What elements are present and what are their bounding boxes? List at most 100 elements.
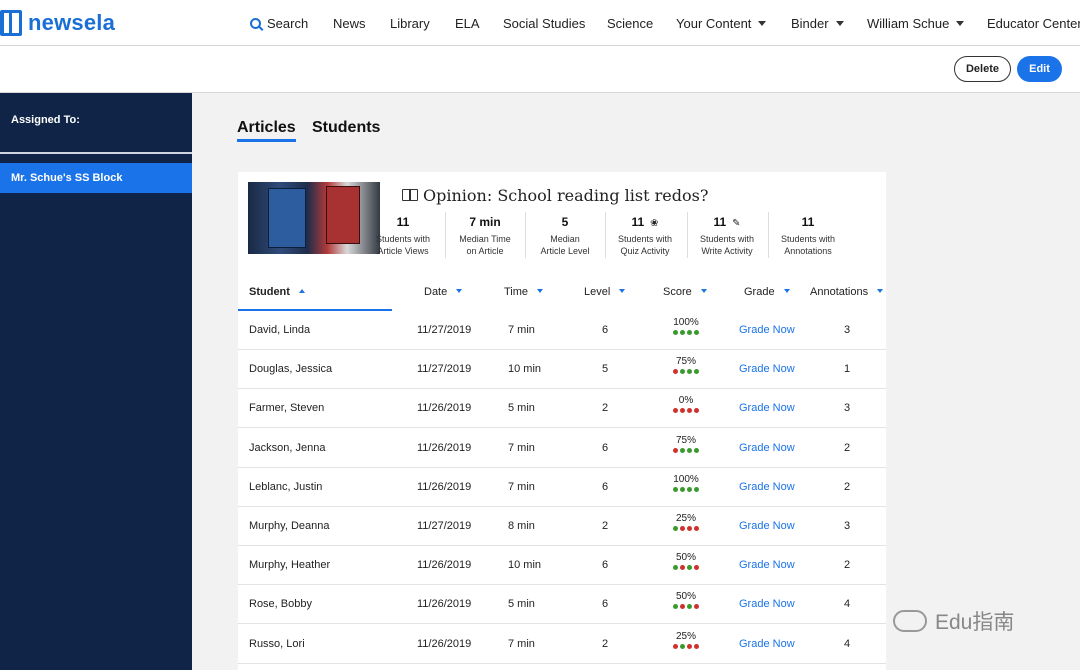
nav-educator-center[interactable]: Educator Center	[987, 16, 1080, 31]
correct-answer-dot	[673, 604, 678, 610]
stat-label: Students with Article Views	[363, 233, 443, 257]
column-header-date[interactable]: Date	[424, 286, 463, 298]
column-header-level[interactable]: Level	[584, 286, 626, 298]
score-cell[interactable]: 0%	[661, 395, 711, 414]
column-header-time[interactable]: Time	[504, 286, 544, 298]
date-cell: 11/26/2019	[417, 402, 472, 415]
nav-your-content[interactable]: Your Content	[676, 16, 767, 31]
stat-value: 11	[363, 215, 443, 229]
student-name[interactable]: Jackson, Jenna	[249, 442, 325, 454]
sort-ascending-icon	[298, 289, 305, 293]
pencil-icon: ✎	[732, 218, 741, 229]
newsela-logo[interactable]: newsela	[0, 10, 115, 36]
correct-answer-dot	[687, 565, 692, 571]
grade-now-link[interactable]: Grade Now	[739, 598, 795, 610]
student-name[interactable]: Leblanc, Justin	[249, 481, 322, 493]
nav-user-menu[interactable]: William Schue	[867, 16, 965, 31]
column-header-student[interactable]: Student	[249, 286, 305, 298]
stat-divider	[525, 212, 526, 258]
stat-label: Students with Annotations	[768, 233, 848, 257]
delete-button[interactable]: Delete	[954, 56, 1011, 82]
column-header-grade[interactable]: Grade	[744, 286, 790, 298]
stat-label-line: Write Activity	[701, 246, 753, 256]
table-row[interactable]: Russo, Lori 11/26/2019 7 min 2 25% Grade Now 4	[238, 625, 886, 664]
student-name[interactable]: Farmer, Steven	[249, 402, 324, 414]
score-cell[interactable]: 75%	[661, 356, 711, 375]
tab-articles[interactable]: Articles	[237, 119, 296, 137]
student-name[interactable]: Russo, Lori	[249, 638, 305, 650]
level-cell: 6	[602, 480, 609, 493]
table-row[interactable]: Leblanc, Justin 11/26/2019 7 min 6 100% Grade…	[238, 468, 886, 507]
date-cell: 11/27/2019	[417, 363, 472, 376]
grade-now-link[interactable]: Grade Now	[739, 481, 795, 493]
column-header-label: Level	[584, 286, 611, 298]
column-header-score[interactable]: Score	[663, 286, 707, 298]
grade-now-link[interactable]: Grade Now	[739, 520, 795, 532]
stat-label-line: Article Level	[540, 246, 590, 256]
student-name[interactable]: Douglas, Jessica	[249, 363, 332, 375]
stat-value: 5	[525, 215, 605, 229]
nav-news[interactable]: News	[333, 16, 366, 31]
incorrect-answer-dot	[694, 643, 699, 649]
score-cell[interactable]: 75%	[661, 435, 711, 453]
score-cell[interactable]: 25%	[661, 631, 711, 649]
table-row[interactable]: Murphy, Heather 11/26/2019 10 min 6 50% Grade…	[238, 546, 886, 586]
student-name[interactable]: David, Linda	[249, 324, 310, 336]
score-cell[interactable]: 50%	[661, 591, 711, 610]
nav-binder[interactable]: Binder	[791, 16, 844, 31]
article-title[interactable]: Opinion: School reading list redos?	[402, 186, 708, 205]
stat-label: Students with Quiz Activity	[605, 233, 685, 257]
table-row[interactable]: David, Linda 11/27/2019 7 min 6 100% Grade No…	[238, 311, 886, 350]
incorrect-answer-dot	[694, 604, 699, 610]
grade-now-link[interactable]: Grade Now	[739, 324, 795, 336]
book-icon	[402, 189, 418, 201]
incorrect-answer-dot	[687, 526, 692, 531]
stat-value: 11	[768, 215, 848, 229]
nav-your-content-label: Your Content	[676, 16, 752, 31]
table-row[interactable]: Rose, Bobby 11/26/2019 5 min 6 50% Grade Now 4	[238, 585, 886, 625]
nav-science[interactable]: Science	[607, 16, 653, 31]
sort-icon	[783, 289, 790, 293]
column-header-label: Grade	[744, 286, 775, 298]
nav-ela[interactable]: ELA	[455, 16, 480, 31]
student-name[interactable]: Rose, Bobby	[249, 598, 312, 610]
student-name[interactable]: Murphy, Heather	[249, 559, 330, 571]
time-cell: 10 min	[508, 559, 542, 572]
grade-now-link[interactable]: Grade Now	[739, 402, 795, 414]
grade-now-link[interactable]: Grade Now	[739, 559, 795, 571]
stat-value-text: 7 min	[469, 215, 501, 229]
grade-now-link[interactable]: Grade Now	[739, 638, 795, 650]
table-row[interactable]: Douglas, Jessica 11/27/2019 10 min 5 75% Grad…	[238, 350, 886, 390]
student-name[interactable]: Murphy, Deanna	[249, 520, 330, 532]
stat-value-text: 11	[801, 215, 815, 229]
score-cell[interactable]: 25%	[661, 513, 711, 531]
score-cell[interactable]: 100%	[661, 474, 711, 492]
table-row[interactable]: Murphy, Deanna 11/27/2019 8 min 2 25% Grade N…	[238, 507, 886, 546]
level-cell: 5	[602, 363, 609, 376]
edit-button[interactable]: Edit	[1017, 56, 1062, 82]
date-cell: 11/26/2019	[417, 480, 472, 493]
score-cell[interactable]: 100%	[661, 317, 711, 335]
column-header-annotations[interactable]: Annotations	[810, 286, 884, 298]
nav-search[interactable]: Search	[250, 16, 308, 31]
table-row[interactable]: Jackson, Jenna 11/26/2019 7 min 6 75% Grade N…	[238, 429, 886, 468]
column-header-label: Date	[424, 286, 448, 298]
score-percent: 25%	[675, 513, 696, 524]
grade-now-link[interactable]: Grade Now	[739, 442, 795, 454]
correct-answer-dot	[680, 643, 685, 649]
nav-library[interactable]: Library	[390, 16, 430, 31]
tab-students[interactable]: Students	[312, 119, 380, 137]
stat-value-text: 11	[396, 215, 410, 229]
table-row[interactable]: Farmer, Steven 11/26/2019 5 min 2 0% Grade No…	[238, 389, 886, 429]
grade-now-link[interactable]: Grade Now	[739, 363, 795, 375]
action-bar: Delete Edit	[0, 46, 1080, 93]
stat-label-line: Median Time	[459, 234, 511, 244]
score-percent: 100%	[673, 317, 699, 328]
sidebar: Assigned To: Mr. Schue's SS Block	[0, 93, 192, 670]
nav-social-studies[interactable]: Social Studies	[503, 16, 585, 31]
article-thumbnail[interactable]	[248, 182, 380, 254]
sidebar-item-class[interactable]: Mr. Schue's SS Block	[0, 163, 192, 193]
score-cell[interactable]: 50%	[661, 552, 711, 571]
correct-answer-dot	[680, 486, 685, 492]
quiz-answer-dots	[661, 643, 711, 649]
